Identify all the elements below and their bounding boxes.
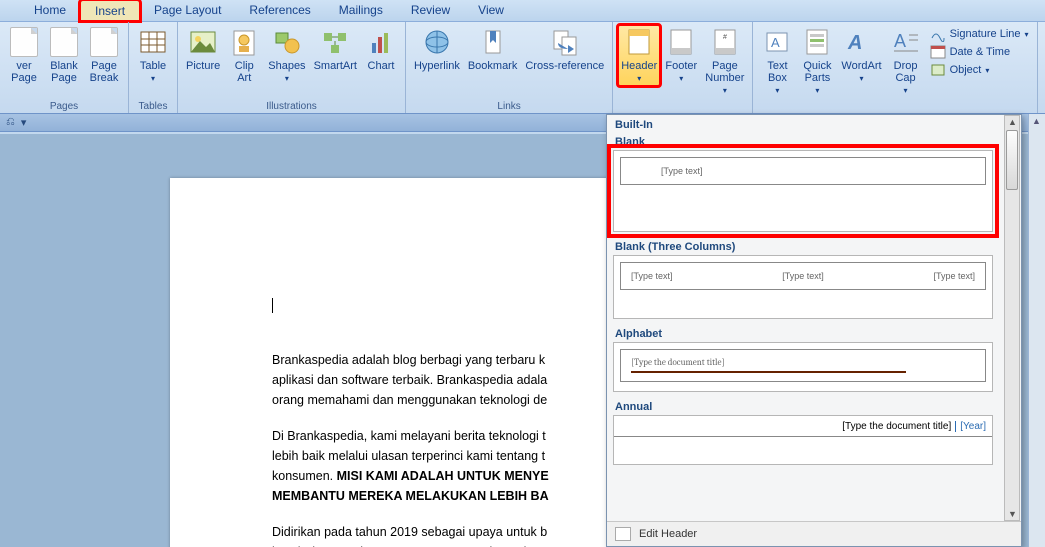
header-button[interactable]: Header xyxy=(617,24,661,87)
gallery-item-alphabet[interactable]: [Type the document title] xyxy=(613,342,993,392)
group-text: AText Box Quick Parts AWordArt ADrop Cap… xyxy=(752,22,1037,113)
qb-icon[interactable]: ⎌ xyxy=(6,116,15,129)
wordart-button[interactable]: AWordArt xyxy=(837,24,885,87)
tab-home[interactable]: Home xyxy=(20,0,80,21)
group-illustrations-label: Illustrations xyxy=(182,99,401,112)
bookmark-button[interactable]: Bookmark xyxy=(464,24,522,74)
group-pages-label: Pages xyxy=(4,99,124,112)
signature-line-button[interactable]: Signature Line ▾ xyxy=(930,26,1029,42)
hyperlink-button[interactable]: Hyperlink xyxy=(410,24,464,74)
smartart-button[interactable]: SmartArt xyxy=(310,24,361,74)
qb-icon2[interactable]: ▾ xyxy=(21,116,27,129)
drop-cap-button[interactable]: ADrop Cap xyxy=(886,24,926,99)
gallery-item-three-columns[interactable]: [Type text][Type text][Type text] xyxy=(613,255,993,319)
date-time-button[interactable]: Date & Time xyxy=(930,44,1029,60)
tab-references[interactable]: References xyxy=(235,0,324,21)
text-box-button[interactable]: AText Box xyxy=(757,24,797,99)
cover-page-button[interactable]: ver Page xyxy=(4,24,44,86)
quick-parts-button[interactable]: Quick Parts xyxy=(797,24,837,99)
footer-button[interactable]: Footer xyxy=(661,24,701,87)
svg-text:A: A xyxy=(894,31,906,51)
gallery-edit-header[interactable]: Edit Header xyxy=(607,521,1021,546)
gallery-item-annual-title: Annual xyxy=(613,398,1017,415)
page-break-button[interactable]: Page Break xyxy=(84,24,124,86)
tab-review[interactable]: Review xyxy=(397,0,464,21)
group-links: Hyperlink Bookmark Cross-reference Links xyxy=(406,22,613,113)
gallery-item-blank-title: Blank xyxy=(613,133,1017,150)
group-illustrations: Picture Clip Art Shapes SmartArt Chart I… xyxy=(178,22,406,113)
svg-text:A: A xyxy=(771,35,780,50)
main-scrollbar[interactable]: ▲ xyxy=(1028,114,1045,547)
svg-text:#: # xyxy=(723,34,727,41)
ribbon: ver Page Blank Page Page Break Pages Tab… xyxy=(0,22,1045,114)
group-links-label: Links xyxy=(410,99,608,112)
svg-text:A: A xyxy=(847,32,862,54)
tab-mailings[interactable]: Mailings xyxy=(325,0,397,21)
object-button[interactable]: Object ▾ xyxy=(930,62,1029,78)
gallery-item-alphabet-title: Alphabet xyxy=(613,325,1017,342)
tab-view[interactable]: View xyxy=(464,0,518,21)
gallery-scrollbar[interactable]: ▲ ▼ xyxy=(1004,115,1020,521)
gallery-item-blank[interactable]: [Type text] xyxy=(613,150,993,232)
group-tables-label: Tables xyxy=(133,99,173,112)
gallery-item-annual[interactable]: [Type the document title][Year] xyxy=(613,415,993,465)
clip-art-button[interactable]: Clip Art xyxy=(224,24,264,86)
shapes-button[interactable]: Shapes xyxy=(264,24,309,87)
scrollbar-thumb[interactable] xyxy=(1006,130,1018,190)
group-pages: ver Page Blank Page Page Break Pages xyxy=(0,22,129,113)
ribbon-tabs: Home Insert Page Layout References Maili… xyxy=(0,0,1045,22)
text-small-buttons: Signature Line ▾ Date & Time Object ▾ xyxy=(926,24,1033,80)
table-button[interactable]: Table xyxy=(133,24,173,87)
group-hf-label xyxy=(617,110,748,112)
gallery-section-builtin: Built-In xyxy=(613,116,1017,133)
group-tables: Table Tables xyxy=(129,22,178,113)
group-text-label xyxy=(757,110,1032,112)
chart-button[interactable]: Chart xyxy=(361,24,401,74)
picture-button[interactable]: Picture xyxy=(182,24,224,74)
edit-header-icon xyxy=(615,527,631,541)
header-gallery: Built-In Blank [Type text] Blank (Three … xyxy=(606,114,1022,547)
gallery-item-three-title: Blank (Three Columns) xyxy=(613,238,1017,255)
page-number-button[interactable]: #Page Number xyxy=(701,24,748,99)
tab-page-layout[interactable]: Page Layout xyxy=(140,0,235,21)
cross-reference-button[interactable]: Cross-reference xyxy=(521,24,608,74)
text-cursor xyxy=(272,298,273,313)
tab-insert[interactable]: Insert xyxy=(80,0,140,21)
blank-page-button[interactable]: Blank Page xyxy=(44,24,84,86)
group-header-footer: Header Footer #Page Number xyxy=(613,22,752,113)
